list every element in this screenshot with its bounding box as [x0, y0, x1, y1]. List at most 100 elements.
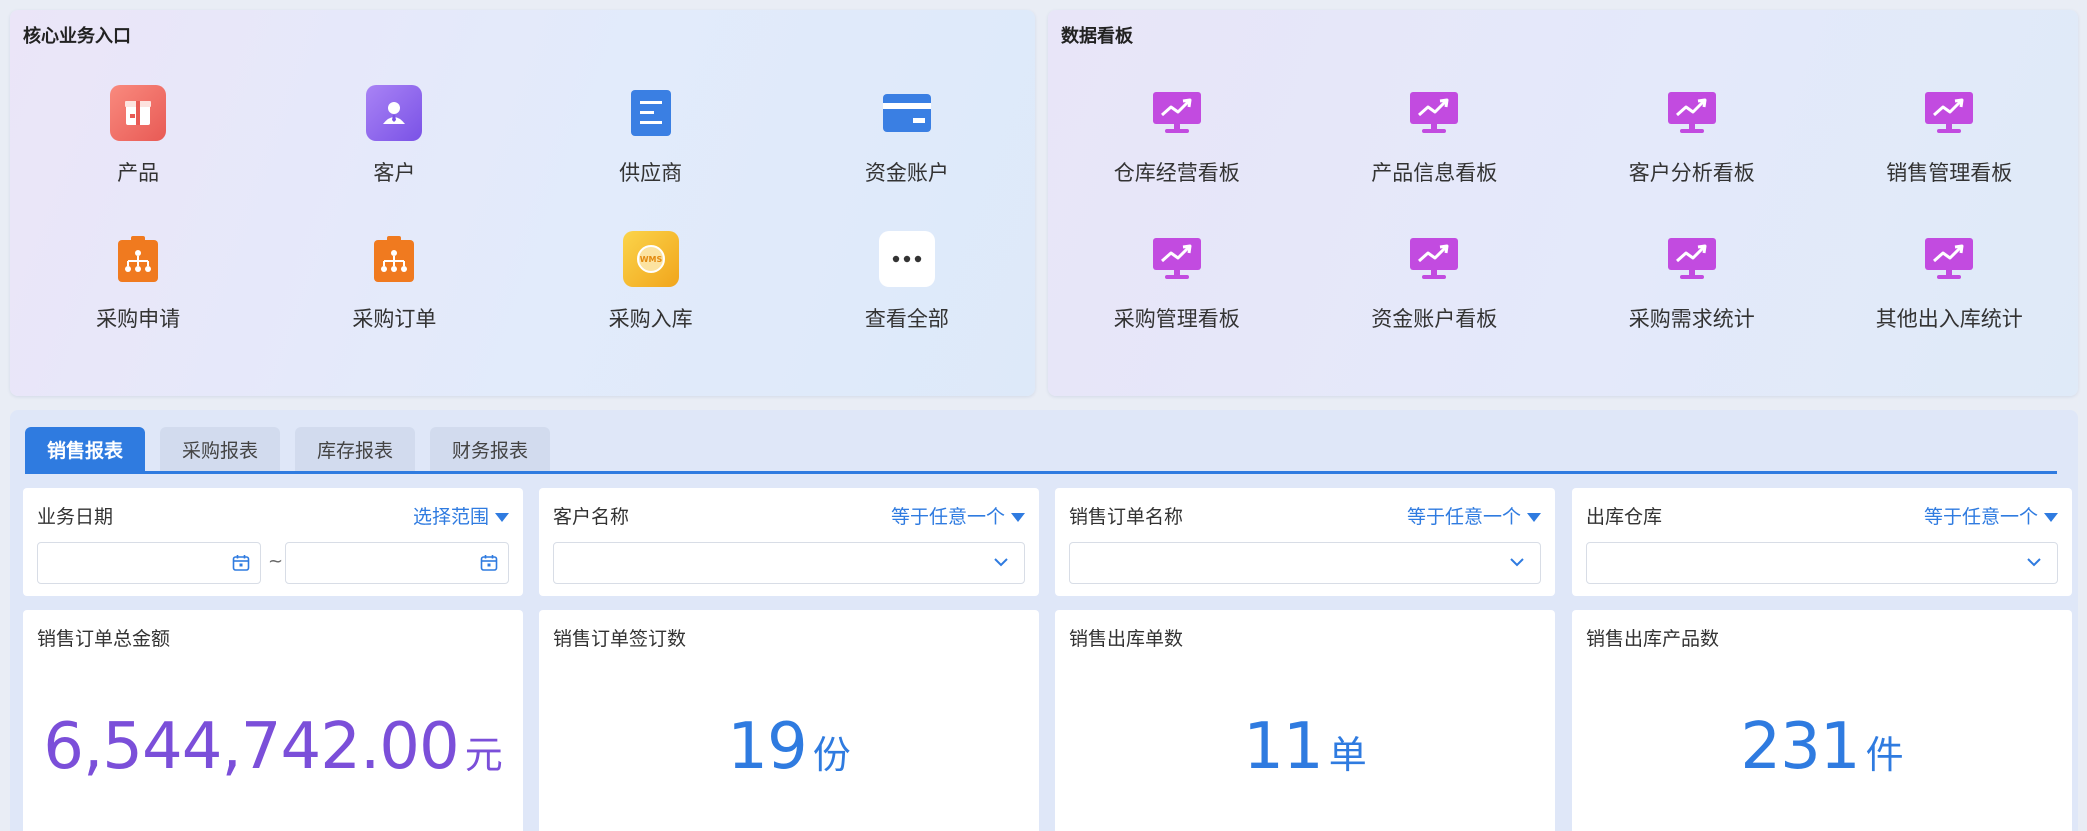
caret-down-icon — [1011, 513, 1025, 522]
date-range-separator: ~ — [268, 551, 284, 572]
caret-down-icon — [1527, 513, 1541, 522]
customer-name-select[interactable] — [553, 542, 1025, 584]
product-box-icon — [110, 85, 167, 141]
chevron-down-icon — [1508, 553, 1526, 575]
entry-label: 采购订单 — [352, 307, 437, 331]
board-entry-7[interactable]: 其他出入库统计 — [1821, 231, 2079, 347]
monitor-chart-icon — [1664, 85, 1720, 141]
bank-card-icon — [879, 85, 935, 141]
board-entry-3[interactable]: 销售管理看板 — [1821, 85, 2079, 201]
data-board-panel: 数据看板 仓库经营看板 产品信息看板 客户分析看板 销售管理看板采购管理看板 资金账户看… — [1048, 10, 2078, 396]
entry-label: 供应商 — [619, 161, 683, 185]
entry-label: 采购申请 — [96, 307, 181, 331]
monitor-chart-icon — [1921, 85, 1977, 141]
kpi-sales-order-signed-count: 销售订单签订数 19 份 — [539, 610, 1039, 831]
calendar-icon — [480, 554, 498, 576]
board-label: 产品信息看板 — [1371, 161, 1498, 185]
board-entry-0[interactable]: 仓库经营看板 — [1048, 85, 1306, 201]
customer-person-icon — [366, 85, 423, 141]
tab-inventory-report[interactable]: 库存报表 — [295, 427, 416, 471]
report-section: 销售报表 采购报表 库存报表 财务报表 业务日期 选择范围 ~ 客户名称 等于任… — [10, 410, 2078, 831]
entry-purchase-inbound[interactable]: WMS 采购入库 — [523, 231, 779, 347]
board-entry-6[interactable]: 采购需求统计 — [1563, 231, 1821, 347]
board-entry-2[interactable]: 客户分析看板 — [1563, 85, 1821, 201]
monitor-chart-icon — [1149, 85, 1205, 141]
entry-label: 查看全部 — [864, 307, 949, 331]
filter-customer-name: 客户名称 等于任意一个 — [539, 488, 1039, 596]
org-chart-clipboard-icon — [110, 231, 166, 287]
outbound-warehouse-select[interactable] — [1586, 542, 2058, 584]
entry-purchase-request[interactable]: 采购申请 — [10, 231, 266, 347]
tab-finance-report[interactable]: 财务报表 — [430, 427, 551, 471]
org-chart-clipboard-icon — [366, 231, 422, 287]
filter-sales-order-name: 销售订单名称 等于任意一个 — [1055, 488, 1555, 596]
kpi-value: 6,544,742.00 元 — [23, 710, 523, 784]
filter-outbound-warehouse: 出库仓库 等于任意一个 — [1572, 488, 2072, 596]
filter-mode-label: 等于任意一个 — [890, 506, 1005, 528]
board-label: 其他出入库统计 — [1875, 307, 2023, 331]
board-label: 客户分析看板 — [1628, 161, 1755, 185]
board-label: 仓库经营看板 — [1113, 161, 1240, 185]
sales-order-name-select[interactable] — [1069, 542, 1541, 584]
filter-mode-label: 等于任意一个 — [1923, 506, 2038, 528]
kpi-name: 销售出库单数 — [1069, 628, 1184, 650]
kpi-name: 销售订单签订数 — [553, 628, 687, 650]
filter-mode-dropdown[interactable]: 等于任意一个 — [1407, 502, 1541, 529]
tab-purchase-report[interactable]: 采购报表 — [160, 427, 281, 471]
filter-name: 销售订单名称 — [1069, 506, 1184, 528]
entry-supplier[interactable]: 供应商 — [523, 85, 779, 201]
board-entry-4[interactable]: 采购管理看板 — [1048, 231, 1306, 347]
entry-purchase-order[interactable]: 采购订单 — [266, 231, 522, 347]
entry-label: 客户 — [373, 161, 416, 185]
kpi-value: 19 份 — [539, 710, 1039, 784]
filter-business-date: 业务日期 选择范围 ~ — [23, 488, 523, 596]
supplier-document-icon — [623, 85, 679, 141]
entry-label: 产品 — [117, 161, 160, 185]
board-entry-5[interactable]: 资金账户看板 — [1306, 231, 1564, 347]
filter-name: 出库仓库 — [1586, 506, 1663, 528]
kpi-number: 11 — [1243, 710, 1323, 784]
monitor-chart-icon — [1921, 231, 1977, 287]
kpi-unit: 件 — [1865, 733, 1904, 777]
board-label: 采购需求统计 — [1628, 307, 1755, 331]
board-entry-1[interactable]: 产品信息看板 — [1306, 85, 1564, 201]
core-business-panel: 核心业务入口 产品 客户 供应商 资金账户 采购申请 采购订单 WMS 采购入库… — [10, 10, 1035, 396]
caret-down-icon — [2044, 513, 2058, 522]
board-label: 采购管理看板 — [1113, 307, 1240, 331]
kpi-number: 19 — [727, 710, 807, 784]
wms-badge-icon: WMS — [622, 231, 679, 287]
filter-mode-dropdown[interactable]: 选择范围 — [413, 502, 509, 529]
entry-label: 资金账户 — [864, 161, 949, 185]
core-business-title: 核心业务入口 — [23, 26, 131, 47]
kpi-number: 6,544,742.00 — [43, 710, 459, 784]
data-board-title: 数据看板 — [1061, 26, 1133, 47]
filter-mode-dropdown[interactable]: 等于任意一个 — [1924, 502, 2058, 529]
tab-underline — [25, 471, 2057, 474]
entry-view-all[interactable]: 查看全部 — [779, 231, 1035, 347]
end-date-input[interactable] — [285, 542, 509, 584]
kpi-sales-outbound-product-count: 销售出库产品数 231 件 — [1572, 610, 2072, 831]
kpi-unit: 单 — [1328, 733, 1367, 777]
filter-mode-label: 选择范围 — [412, 506, 489, 528]
calendar-icon — [232, 554, 250, 576]
tab-sales-report[interactable]: 销售报表 — [25, 427, 146, 471]
monitor-chart-icon — [1664, 231, 1720, 287]
filter-mode-label: 等于任意一个 — [1406, 506, 1521, 528]
monitor-chart-icon — [1406, 85, 1462, 141]
entry-fund-account[interactable]: 资金账户 — [779, 85, 1035, 201]
filter-name: 客户名称 — [553, 506, 630, 528]
entry-product[interactable]: 产品 — [10, 85, 266, 201]
more-dots-icon — [878, 231, 935, 287]
core-business-grid: 产品 客户 供应商 资金账户 采购申请 采购订单 WMS 采购入库 查看全部 — [10, 85, 1035, 347]
start-date-input[interactable] — [37, 542, 261, 584]
entry-label: 采购入库 — [608, 307, 693, 331]
filter-name: 业务日期 — [37, 506, 114, 528]
kpi-unit: 元 — [464, 733, 503, 777]
report-tabs: 销售报表 采购报表 库存报表 财务报表 — [25, 427, 551, 471]
monitor-chart-icon — [1406, 231, 1462, 287]
monitor-chart-icon — [1149, 231, 1205, 287]
filter-mode-dropdown[interactable]: 等于任意一个 — [891, 502, 1025, 529]
entry-customer[interactable]: 客户 — [266, 85, 522, 201]
kpi-value: 11 单 — [1055, 710, 1555, 784]
caret-down-icon — [495, 513, 509, 522]
